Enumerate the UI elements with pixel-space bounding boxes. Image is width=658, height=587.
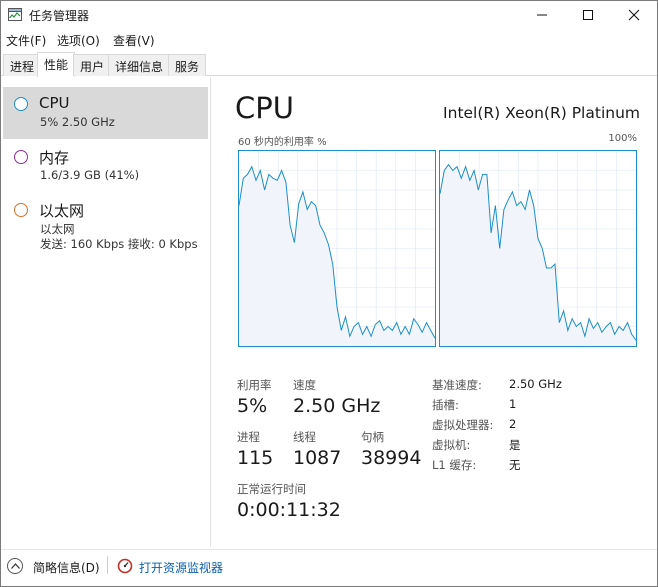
menu-options[interactable]: 选项(O) (57, 32, 100, 49)
resource-sidebar: CPU 5% 2.50 GHz 内存 1.6/3.9 GB (41%) 以太网 … (1, 77, 211, 547)
sockets-label: 插槽: (432, 398, 459, 412)
sidebar-item-ethernet-adapter: 以太网 (40, 222, 75, 236)
speed-value: 2.50 GHz (293, 395, 381, 417)
tab-performance-label: 性能 (44, 58, 69, 72)
task-manager-app-icon (8, 8, 22, 21)
processes-value: 115 (237, 447, 274, 469)
speed-label: 速度 (293, 378, 316, 392)
tab-processes-label: 进程 (10, 60, 35, 74)
l1-cache-label: L1 缓存: (432, 458, 477, 472)
cpu-performance-panel: CPU Intel(R) Xeon(R) Platinum 60 秒内的利用率 … (212, 77, 657, 547)
maximize-icon (583, 10, 593, 20)
tab-users-label: 用户 (80, 60, 105, 74)
tab-users[interactable]: 用户 (73, 54, 112, 76)
virtual-machine-label: 虚拟机: (432, 438, 471, 452)
cpu-graph-core-0 (238, 150, 436, 347)
utilization-label: 利用率 (237, 378, 272, 392)
tab-details[interactable]: 详细信息 (108, 54, 171, 76)
sidebar-item-memory[interactable]: 内存 1.6/3.9 GB (41%) (3, 140, 208, 192)
sidebar-item-ethernet-name: 以太网 (39, 202, 85, 220)
graph-caption: 60 秒内的利用率 % (238, 137, 327, 148)
sidebar-item-ethernet-throughput: 发送: 160 Kbps 接收: 0 Kbps (40, 237, 198, 251)
utilization-value: 5% (237, 395, 268, 417)
tab-services-label: 服务 (175, 60, 200, 74)
fewer-details-label: 简略信息(D) (33, 561, 100, 575)
virtual-processors-value: 2 (509, 417, 517, 431)
sockets-value: 1 (509, 397, 517, 411)
footer-separator (107, 556, 108, 574)
graph-max-label: 100% (608, 133, 637, 144)
page-title: CPU (235, 91, 294, 125)
minimize-button[interactable] (519, 1, 565, 29)
threads-label: 线程 (293, 430, 316, 444)
tab-details-label: 详细信息 (115, 60, 164, 74)
l1-cache-value: 无 (509, 458, 521, 472)
virtual-machine-value: 是 (509, 438, 521, 452)
menu-bar: 文件(F) 选项(O) 查看(V) (1, 30, 657, 50)
open-resource-monitor-label: 打开资源监视器 (139, 561, 224, 575)
cpu-model-name: Intel(R) Xeon(R) Platinum (443, 104, 640, 122)
processes-label: 进程 (237, 430, 260, 444)
tab-bar: 进程 性能 用户 详细信息 服务 (1, 52, 657, 77)
minimize-icon (537, 14, 547, 16)
sidebar-item-ethernet[interactable]: 以太网 以太网 发送: 160 Kbps 接收: 0 Kbps (3, 193, 208, 259)
menu-view[interactable]: 查看(V) (113, 32, 155, 49)
resource-monitor-icon (117, 558, 133, 574)
footer-bar: 简略信息(D) 打开资源监视器 (1, 549, 657, 586)
close-icon (628, 9, 640, 21)
handles-label: 句柄 (361, 430, 384, 444)
chevron-up-icon (7, 558, 23, 574)
menu-file[interactable]: 文件(F) (6, 32, 46, 49)
base-speed-value: 2.50 GHz (509, 377, 562, 391)
uptime-label: 正常运行时间 (237, 482, 306, 496)
sidebar-item-cpu-name: CPU (39, 94, 70, 112)
cpu-graph-core-0-plot (239, 151, 435, 346)
cpu-indicator-icon (14, 97, 28, 111)
sidebar-item-memory-detail: 1.6/3.9 GB (41%) (40, 168, 140, 182)
sidebar-item-memory-name: 内存 (39, 149, 70, 167)
window-title: 任务管理器 (29, 9, 90, 23)
cpu-graph-core-1-plot (440, 151, 636, 346)
virtual-processors-label: 虚拟处理器: (432, 418, 494, 432)
maximize-button[interactable] (565, 1, 611, 29)
sidebar-item-cpu-detail: 5% 2.50 GHz (40, 115, 115, 129)
title-bar[interactable]: 任务管理器 (1, 1, 657, 29)
tab-services[interactable]: 服务 (168, 54, 207, 76)
ethernet-indicator-icon (14, 203, 28, 217)
sidebar-item-cpu[interactable]: CPU 5% 2.50 GHz (3, 87, 208, 139)
cpu-graph-core-1 (439, 150, 637, 347)
close-button[interactable] (611, 1, 657, 29)
threads-value: 1087 (293, 447, 342, 469)
memory-indicator-icon (14, 150, 28, 164)
handles-value: 38994 (361, 447, 422, 469)
tab-performance[interactable]: 性能 (37, 52, 76, 77)
task-manager-window: 任务管理器 文件(F) 选项(O) 查看(V) 进程 性能 用户 详细信息 服务… (0, 0, 658, 587)
tab-processes[interactable]: 进程 (3, 54, 42, 76)
base-speed-label: 基准速度: (432, 378, 482, 392)
uptime-value: 0:00:11:32 (237, 499, 341, 521)
